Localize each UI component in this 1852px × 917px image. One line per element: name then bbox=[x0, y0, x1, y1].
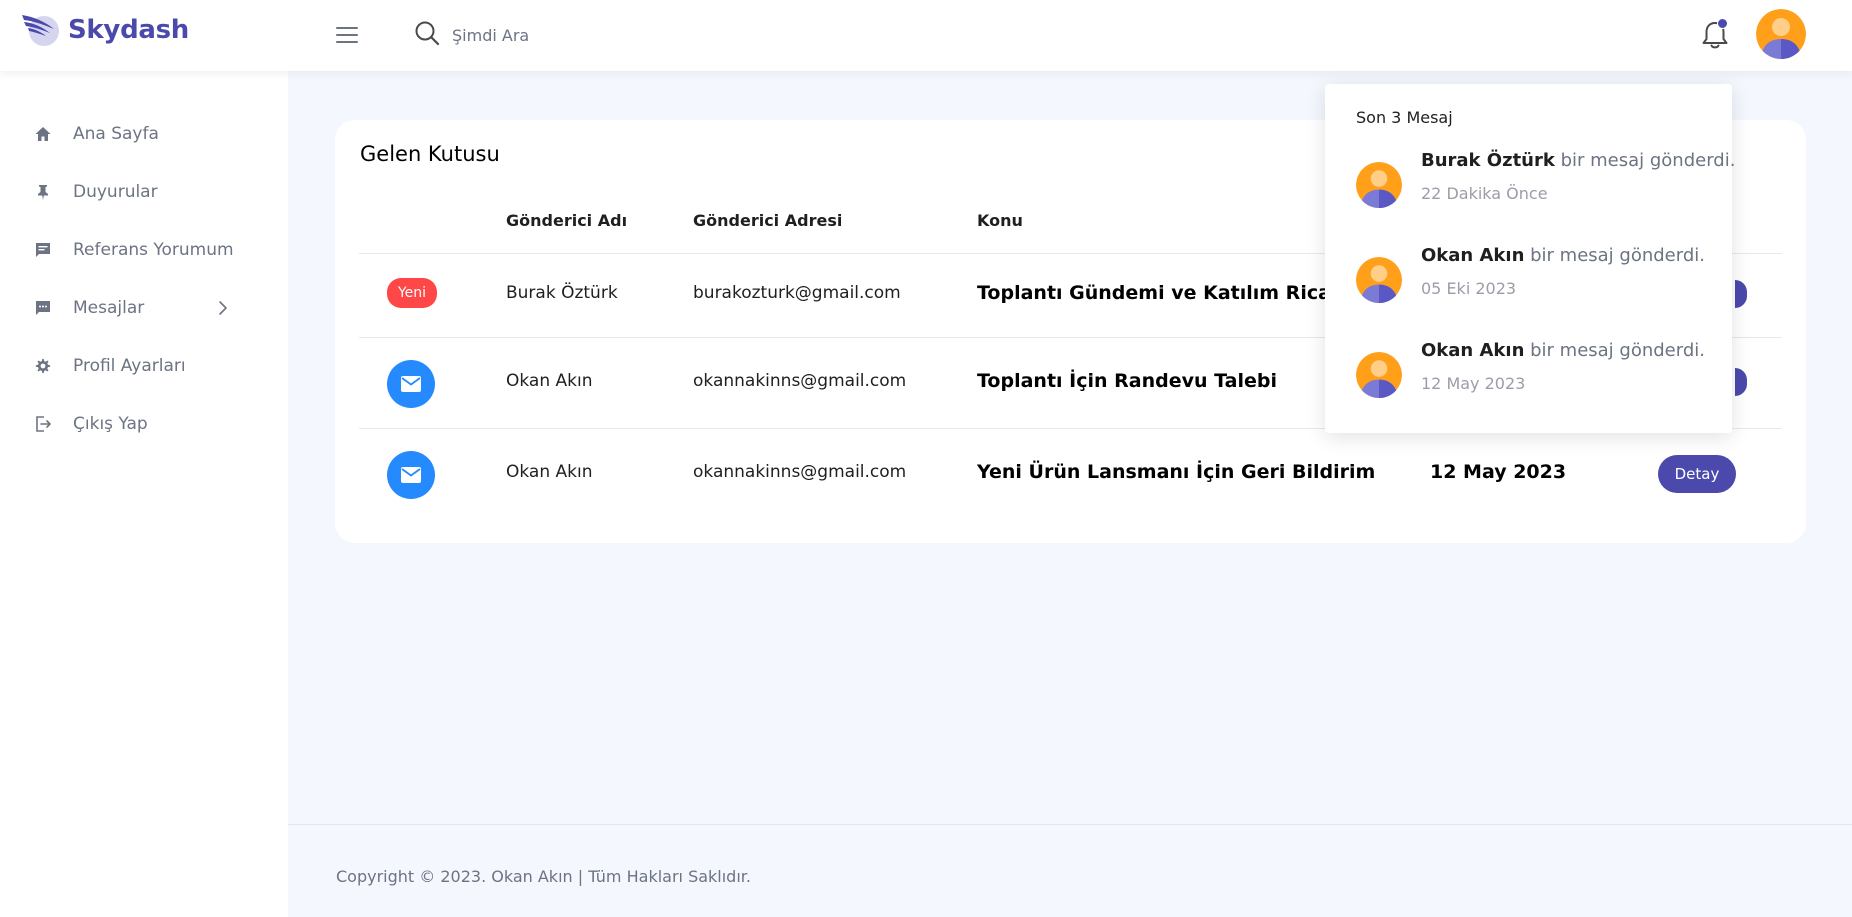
sender-email: burakozturk@gmail.com bbox=[693, 283, 901, 303]
notification-dot bbox=[1717, 18, 1728, 29]
notifications-dropdown: Son 3 Mesaj Burak Öztürk bir mesaj gönde… bbox=[1325, 84, 1735, 433]
hamburger-line bbox=[336, 27, 358, 29]
sender-name: Burak Öztürk bbox=[506, 283, 618, 303]
sender-email: okannakinns@gmail.com bbox=[693, 371, 907, 391]
message-icon bbox=[32, 297, 54, 319]
sidebar-item-label: Duyurular bbox=[73, 182, 158, 202]
header-subject: Konu bbox=[977, 211, 1023, 230]
hamburger-line bbox=[336, 34, 358, 36]
notification-message: bir mesaj gönderdi. bbox=[1524, 245, 1705, 266]
sender-email: okannakinns@gmail.com bbox=[693, 462, 907, 482]
dropdown-title: Son 3 Mesaj bbox=[1356, 108, 1453, 127]
notification-item[interactable]: Okan Akın bir mesaj gönderdi. 05 Eki 202… bbox=[1356, 245, 1716, 305]
hamburger-line bbox=[336, 41, 358, 43]
sidebar-item-cikis-yap[interactable]: Çıkış Yap bbox=[0, 395, 288, 453]
sidebar: Ana Sayfa Duyurular Referans Yorumum Mes… bbox=[0, 71, 288, 917]
sidebar-item-label: Mesajlar bbox=[73, 298, 145, 318]
home-icon bbox=[32, 123, 54, 145]
search-bar bbox=[414, 20, 712, 50]
sender-name: Okan Akın bbox=[506, 371, 593, 391]
new-badge: Yeni bbox=[387, 278, 437, 308]
gear-icon bbox=[32, 355, 54, 377]
notification-text: Burak Öztürk bir mesaj gönderdi. bbox=[1421, 150, 1735, 171]
sidebar-item-label: Ana Sayfa bbox=[73, 124, 159, 144]
sidebar-item-label: Referans Yorumum bbox=[73, 240, 234, 260]
comment-icon bbox=[32, 239, 54, 261]
sidebar-item-label: Profil Ayarları bbox=[73, 356, 186, 376]
notification-sender: Okan Akın bbox=[1421, 340, 1525, 361]
brand-logo-icon bbox=[20, 11, 62, 49]
notification-message: bir mesaj gönderdi. bbox=[1554, 150, 1736, 171]
notification-sender: Okan Akın bbox=[1421, 245, 1525, 266]
notification-bell-button[interactable] bbox=[1700, 18, 1730, 51]
brand[interactable]: Skydash bbox=[20, 10, 189, 50]
logout-icon bbox=[32, 413, 54, 435]
message-date: 12 May 2023 bbox=[1430, 461, 1567, 483]
notification-text: Okan Akın bir mesaj gönderdi. bbox=[1421, 340, 1705, 361]
detail-button[interactable] bbox=[1735, 280, 1747, 308]
sidebar-item-referans-yorumum[interactable]: Referans Yorumum bbox=[0, 221, 288, 279]
notification-text: Okan Akın bir mesaj gönderdi. bbox=[1421, 245, 1705, 266]
sidebar-item-duyurular[interactable]: Duyurular bbox=[0, 163, 288, 221]
sidebar-item-ana-sayfa[interactable]: Ana Sayfa bbox=[0, 105, 288, 163]
mail-icon bbox=[387, 360, 435, 408]
inbox-title: Gelen Kutusu bbox=[360, 142, 500, 166]
sender-avatar bbox=[1356, 352, 1402, 398]
mail-icon bbox=[387, 451, 435, 499]
notification-time: 22 Dakika Önce bbox=[1421, 184, 1548, 203]
notification-message: bir mesaj gönderdi. bbox=[1524, 340, 1705, 361]
sender-name: Okan Akın bbox=[506, 462, 593, 482]
chevron-right-icon bbox=[214, 299, 232, 317]
message-subject: Yeni Ürün Lansmanı İçin Geri Bildirim bbox=[977, 461, 1376, 483]
sidebar-item-label: Çıkış Yap bbox=[73, 414, 148, 434]
sender-avatar bbox=[1356, 257, 1402, 303]
top-navbar: Skydash bbox=[0, 0, 1852, 71]
notification-item[interactable]: Burak Öztürk bir mesaj gönderdi. 22 Daki… bbox=[1356, 150, 1735, 210]
header-sender-name: Gönderici Adı bbox=[506, 211, 628, 230]
footer: Copyright © 2023. Okan Akın | Tüm Haklar… bbox=[288, 824, 1852, 917]
pin-icon bbox=[32, 181, 54, 203]
notification-item[interactable]: Okan Akın bir mesaj gönderdi. 12 May 202… bbox=[1356, 340, 1716, 400]
message-subject: Toplantı Gündemi ve Katılım Ricası bbox=[977, 282, 1349, 304]
detail-button[interactable] bbox=[1735, 368, 1747, 396]
notification-sender: Burak Öztürk bbox=[1421, 150, 1555, 171]
detail-button[interactable]: Detay bbox=[1658, 455, 1736, 493]
message-subject: Toplantı İçin Randevu Talebi bbox=[977, 370, 1277, 392]
header-sender-address: Gönderici Adresi bbox=[693, 211, 843, 230]
brand-name: Skydash bbox=[68, 15, 190, 45]
sidebar-item-profil-ayarlari[interactable]: Profil Ayarları bbox=[0, 337, 288, 395]
user-avatar[interactable] bbox=[1756, 9, 1806, 59]
sender-avatar bbox=[1356, 162, 1402, 208]
menu-toggle-button[interactable] bbox=[334, 24, 360, 46]
copyright-text: Copyright © 2023. Okan Akın | Tüm Haklar… bbox=[336, 867, 751, 886]
search-input[interactable] bbox=[452, 25, 712, 45]
search-icon bbox=[414, 20, 440, 50]
notification-time: 05 Eki 2023 bbox=[1421, 279, 1517, 298]
notification-time: 12 May 2023 bbox=[1421, 374, 1526, 393]
sidebar-item-mesajlar[interactable]: Mesajlar bbox=[0, 279, 288, 337]
